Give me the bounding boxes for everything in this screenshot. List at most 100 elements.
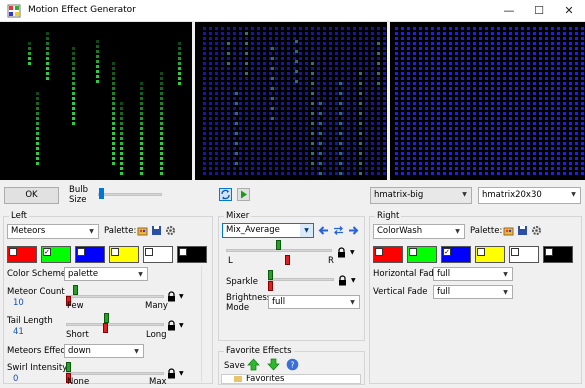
- model-select[interactable]: hmatrix-big ▼: [370, 187, 472, 204]
- tail-length-thumb[interactable]: [103, 313, 109, 323]
- tail-length-slider[interactable]: [66, 323, 164, 326]
- meteor-count-value: 10: [13, 298, 24, 308]
- sparkle-thumb[interactable]: [268, 270, 273, 280]
- lock-icon[interactable]: [167, 320, 176, 331]
- save-icon[interactable]: [151, 225, 162, 236]
- arrow-left-icon[interactable]: [318, 225, 329, 236]
- app-icon: [7, 4, 21, 18]
- checkbox[interactable]: [179, 248, 187, 256]
- swap-preview-button[interactable]: [219, 188, 232, 201]
- swirl-intensity-slider[interactable]: [66, 372, 164, 375]
- right-effect-select[interactable]: ColorWash ▼: [373, 224, 465, 239]
- arrow-down-icon[interactable]: [267, 358, 280, 371]
- chevron-down-icon[interactable]: ▼: [179, 370, 184, 377]
- mix-rand-thumb[interactable]: [285, 255, 290, 265]
- bulb-size-thumb[interactable]: [99, 188, 104, 199]
- sparkle-rand-thumb[interactable]: [268, 281, 273, 291]
- left-color-swatch[interactable]: [109, 246, 139, 263]
- chevron-down-icon[interactable]: ▼: [350, 249, 355, 256]
- right-color-swatch[interactable]: [509, 246, 539, 263]
- favorites-tree[interactable]: Favorites: [221, 374, 361, 384]
- left-group: Left: [3, 211, 213, 384]
- left-color-swatch[interactable]: [143, 246, 173, 263]
- gear-icon[interactable]: [531, 225, 542, 236]
- palette-load-icon[interactable]: [503, 225, 514, 236]
- mixer-group-title: Mixer: [224, 211, 252, 221]
- chevron-down-icon: ▼: [462, 191, 467, 198]
- close-button[interactable]: ✕: [554, 0, 584, 22]
- swirl-intensity-value: 0: [13, 374, 19, 384]
- left-color-swatch[interactable]: ✓: [41, 246, 71, 263]
- play-button[interactable]: [237, 188, 250, 201]
- svg-text:?: ?: [290, 361, 294, 370]
- mix-preview: [195, 22, 387, 180]
- left-color-swatch[interactable]: [7, 246, 37, 263]
- brightness-mode-select[interactable]: full ▼: [268, 295, 360, 309]
- color-scheme-select[interactable]: palette ▼: [64, 267, 148, 281]
- lock-icon[interactable]: [167, 368, 176, 379]
- meteors-effect-select[interactable]: down ▼: [64, 344, 144, 358]
- checkbox[interactable]: [477, 248, 485, 256]
- minimize-button[interactable]: —: [494, 0, 524, 22]
- left-effect-select[interactable]: Meteors ▼: [7, 224, 99, 239]
- chevron-down-icon[interactable]: ▼: [179, 322, 184, 329]
- ok-button[interactable]: OK: [4, 187, 59, 204]
- right-color-swatch[interactable]: [407, 246, 437, 263]
- lock-icon[interactable]: [338, 275, 347, 286]
- meteor-count-min: Few: [67, 301, 84, 311]
- chevron-down-icon[interactable]: ▼: [179, 293, 184, 300]
- chevron-down-icon: ▼: [89, 228, 94, 235]
- maximize-button[interactable]: ☐: [524, 0, 554, 22]
- brightness-mode-label: Brightness Mode: [226, 293, 272, 313]
- gear-icon[interactable]: [165, 225, 176, 236]
- checkbox[interactable]: ✓: [43, 248, 51, 256]
- checkbox[interactable]: [145, 248, 153, 256]
- left-color-swatch[interactable]: [75, 246, 105, 263]
- horizontal-fade-select[interactable]: full ▼: [433, 267, 513, 281]
- right-color-swatch[interactable]: [475, 246, 505, 263]
- arrow-up-icon[interactable]: [247, 358, 260, 371]
- left-preview: [0, 22, 192, 180]
- checkbox[interactable]: [545, 248, 553, 256]
- right-color-swatch[interactable]: ✓: [441, 246, 471, 263]
- checkbox[interactable]: [511, 248, 519, 256]
- chevron-down-icon[interactable]: ▼: [351, 277, 356, 284]
- meteor-count-slider[interactable]: [66, 295, 164, 298]
- chevron-down-icon: ▼: [138, 271, 143, 278]
- checkbox[interactable]: [375, 248, 383, 256]
- mix-thumb[interactable]: [276, 240, 281, 250]
- lock-icon[interactable]: [337, 247, 346, 258]
- save-icon[interactable]: [517, 225, 528, 236]
- left-scrollbar[interactable]: [201, 266, 211, 382]
- tail-length-min: Short: [66, 330, 89, 340]
- swirl-intensity-max: Max: [149, 377, 167, 387]
- checkbox[interactable]: [9, 248, 17, 256]
- checkbox[interactable]: [77, 248, 85, 256]
- help-icon[interactable]: ?: [286, 358, 299, 371]
- color-scheme-label: Color Scheme: [7, 269, 67, 279]
- favorites-save-label: Save: [224, 361, 245, 371]
- tail-length-max: Long: [146, 330, 167, 340]
- vertical-fade-select[interactable]: full ▼: [433, 285, 513, 299]
- arrow-right-icon[interactable]: [348, 225, 359, 236]
- model-size-select[interactable]: hmatrix20x30 ▼: [478, 187, 581, 204]
- left-group-title: Left: [9, 211, 29, 221]
- palette-load-icon[interactable]: [137, 225, 148, 236]
- checkbox[interactable]: ✓: [443, 248, 451, 256]
- checkbox[interactable]: [409, 248, 417, 256]
- tail-length-rand-thumb[interactable]: [103, 323, 108, 333]
- sparkle-slider[interactable]: [268, 278, 334, 281]
- mix-max-label: R: [328, 256, 334, 266]
- bulb-size-slider[interactable]: [98, 193, 162, 196]
- left-color-swatch[interactable]: [177, 246, 207, 263]
- swap-icon[interactable]: [333, 225, 344, 236]
- lock-icon[interactable]: [167, 291, 176, 302]
- right-color-swatch[interactable]: [373, 246, 403, 263]
- meteor-count-thumb[interactable]: [73, 285, 79, 295]
- swirl-intensity-thumb[interactable]: [66, 362, 71, 372]
- chevron-down-icon: ▼: [300, 224, 313, 237]
- mixer-mode-select[interactable]: Mix_Average ▼: [222, 223, 314, 238]
- checkbox[interactable]: [111, 248, 119, 256]
- favorites-item[interactable]: Favorites: [246, 375, 284, 383]
- right-color-swatch[interactable]: [543, 246, 573, 263]
